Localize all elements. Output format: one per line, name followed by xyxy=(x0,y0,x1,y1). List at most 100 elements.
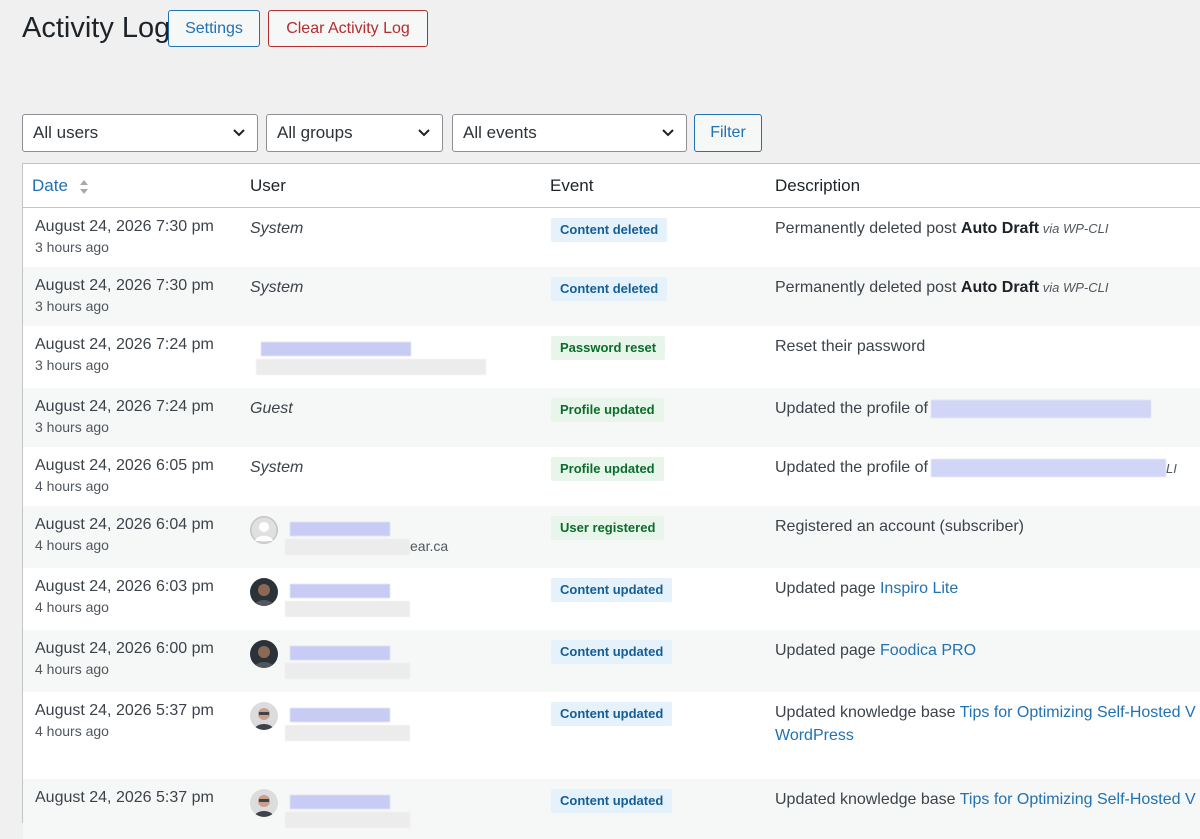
redacted-user-email xyxy=(285,663,410,679)
content-link[interactable]: Foodica PRO xyxy=(880,642,976,659)
description-text: Updated page xyxy=(775,580,880,597)
date-text: August 24, 2026 6:03 pm xyxy=(35,578,214,595)
relative-time: 4 hours ago xyxy=(35,478,109,494)
relative-time: 3 hours ago xyxy=(35,357,109,373)
date-text: August 24, 2026 6:04 pm xyxy=(35,516,214,533)
date-column-header[interactable]: Date xyxy=(32,164,89,207)
description-text: Reset their password xyxy=(775,338,926,355)
user-name: Guest xyxy=(250,400,293,417)
table-row: August 24, 2026 6:03 pm 4 hours ago Conten… xyxy=(23,568,1200,630)
via-source: via WP-CLI xyxy=(1039,221,1109,236)
user-photo-icon xyxy=(250,702,278,730)
content-link-continued[interactable]: WordPress xyxy=(775,727,854,745)
events-filter-value: All events xyxy=(463,123,537,142)
relative-time: 3 hours ago xyxy=(35,239,109,255)
post-title: Auto Draft xyxy=(960,279,1040,296)
redacted-user-email xyxy=(285,539,410,555)
description-text: Updated knowledge base xyxy=(775,704,960,721)
description-text: Permanently deleted post xyxy=(775,279,961,296)
redacted-user-email xyxy=(285,725,410,741)
via-source-tail: LI xyxy=(1166,461,1177,476)
page-title: Activity Log xyxy=(22,12,171,44)
table-row: August 24, 2026 5:37 pm 4 hours ago Conten… xyxy=(23,692,1200,779)
user-name: System xyxy=(250,279,304,296)
date-text: August 24, 2026 7:24 pm xyxy=(35,336,214,353)
avatar xyxy=(250,578,278,606)
users-filter-select[interactable]: All users xyxy=(22,114,258,152)
table-row: August 24, 2026 5:37 pm Content updated Up… xyxy=(23,779,1200,839)
event-description: Updated knowledge base Tips for Optimizi… xyxy=(775,704,1196,722)
relative-time: 4 hours ago xyxy=(35,723,109,739)
avatar xyxy=(250,789,278,817)
event-description: Updated the profile of xyxy=(775,459,928,477)
user-photo-icon xyxy=(250,789,278,817)
via-source: via WP-CLI xyxy=(1039,280,1109,295)
filter-button[interactable]: Filter xyxy=(694,114,762,152)
event-description: Updated page Foodica PRO xyxy=(775,642,976,660)
date-text: August 24, 2026 7:30 pm xyxy=(35,277,214,294)
description-text: Updated knowledge base xyxy=(775,791,960,808)
table-row: August 24, 2026 7:30 pm 3 hours ago System… xyxy=(23,267,1200,326)
event-badge: Content updated xyxy=(551,702,673,726)
event-badge: Content updated xyxy=(551,578,673,602)
settings-button[interactable]: Settings xyxy=(168,10,260,47)
relative-time: 3 hours ago xyxy=(35,419,109,435)
description-text: Registered an account (subscriber) xyxy=(775,518,1025,535)
content-link[interactable]: Tips for Optimizing Self-Hosted V xyxy=(960,704,1196,721)
date-text: August 24, 2026 6:05 pm xyxy=(35,457,214,474)
event-badge: Content updated xyxy=(551,789,673,813)
event-badge: User registered xyxy=(551,516,665,540)
event-description: Permanently deleted post Auto Draft via … xyxy=(775,279,1108,297)
table-row: August 24, 2026 7:30 pm 3 hours ago System… xyxy=(23,208,1200,267)
redacted-user-name xyxy=(290,584,390,598)
sort-icon xyxy=(79,179,88,194)
chevron-down-icon xyxy=(233,129,245,137)
date-text: August 24, 2026 7:30 pm xyxy=(35,218,214,235)
event-description: Updated knowledge base Tips for Optimizi… xyxy=(775,791,1196,809)
user-icon xyxy=(250,516,278,544)
date-text: August 24, 2026 5:37 pm xyxy=(35,702,214,719)
avatar xyxy=(250,640,278,668)
groups-filter-value: All groups xyxy=(277,123,353,142)
avatar xyxy=(250,516,278,544)
event-description: Permanently deleted post Auto Draft via … xyxy=(775,220,1108,238)
user-name: System xyxy=(250,220,304,237)
post-title: Auto Draft xyxy=(960,220,1040,237)
event-column-header: Event xyxy=(550,176,594,195)
user-name: System xyxy=(250,459,304,476)
event-badge: Profile updated xyxy=(551,398,664,422)
event-badge: Content deleted xyxy=(551,277,668,301)
activity-log-table: Date User Event Description August 24, 2… xyxy=(22,163,1200,839)
content-link[interactable]: Inspiro Lite xyxy=(880,580,958,597)
groups-filter-select[interactable]: All groups xyxy=(266,114,443,152)
redacted-user-name xyxy=(290,795,390,809)
user-photo-icon xyxy=(250,640,278,668)
event-badge: Content deleted xyxy=(551,218,668,242)
table-row: August 24, 2026 7:24 pm 3 hours ago Passwo… xyxy=(23,326,1200,388)
event-description: Updated page Inspiro Lite xyxy=(775,580,958,598)
clear-activity-log-button[interactable]: Clear Activity Log xyxy=(268,10,428,47)
event-description: Updated the profile of xyxy=(775,400,928,418)
content-link[interactable]: Tips for Optimizing Self-Hosted V xyxy=(960,791,1196,808)
description-column-header: Description xyxy=(775,176,861,195)
date-text: August 24, 2026 5:37 pm xyxy=(35,789,214,806)
date-text: August 24, 2026 6:00 pm xyxy=(35,640,214,657)
avatar xyxy=(250,702,278,730)
description-text: Updated page xyxy=(775,642,880,659)
description-text: Updated the profile of xyxy=(775,400,928,417)
table-row: August 24, 2026 6:05 pm 4 hours ago System… xyxy=(23,447,1200,506)
events-filter-select[interactable]: All events xyxy=(452,114,687,152)
table-row: August 24, 2026 7:24 pm 3 hours ago Guest P… xyxy=(23,388,1200,447)
relative-time: 4 hours ago xyxy=(35,661,109,677)
redacted-user-email xyxy=(285,601,410,617)
user-column-header: User xyxy=(250,176,286,195)
redacted-user-name xyxy=(261,342,411,356)
redacted-user-name xyxy=(290,646,390,660)
relative-time: 3 hours ago xyxy=(35,298,109,314)
redacted-user-name xyxy=(290,708,390,722)
table-row: August 24, 2026 6:00 pm 4 hours ago Conten… xyxy=(23,630,1200,692)
redacted-user-email xyxy=(256,359,486,375)
date-text: August 24, 2026 7:24 pm xyxy=(35,398,214,415)
redacted-profile-name xyxy=(931,400,1151,418)
event-description: Reset their password xyxy=(775,338,925,356)
